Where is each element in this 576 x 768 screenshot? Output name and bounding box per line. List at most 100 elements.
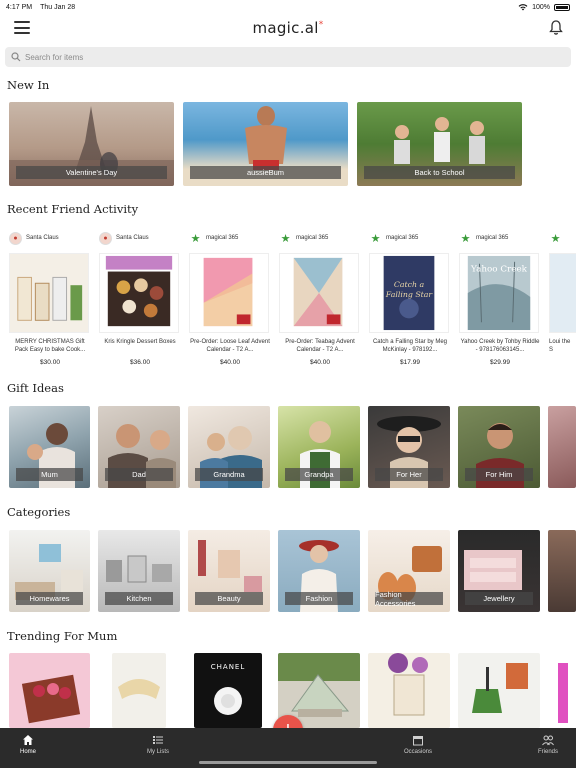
product-price: $17.99: [400, 359, 420, 366]
trending-item[interactable]: [112, 653, 166, 728]
product-image: [189, 253, 269, 333]
friend-name: magical 365: [386, 235, 419, 241]
product-price: $30.00: [40, 359, 60, 366]
product-image: [549, 253, 576, 333]
friend-activity-item[interactable]: ★ magical 365 Pre-Order: Loose Leaf Adven…: [189, 231, 271, 366]
category-fashion[interactable]: Fashion: [278, 530, 360, 612]
tile-label: Beauty: [195, 592, 263, 605]
section-title-trending: Trending For Mum: [7, 629, 118, 643]
gift-idea-grandpa[interactable]: Grandpa: [278, 406, 360, 488]
product-name: MERRY CHRISTMAS Gift Pack Easy to bake C…: [14, 339, 86, 353]
category-kitchen[interactable]: Kitchen: [98, 530, 180, 612]
trending-item[interactable]: [9, 653, 90, 728]
bell-icon[interactable]: [549, 20, 563, 36]
category-fashion-accessories[interactable]: Fashion Accessories: [368, 530, 450, 612]
tab-label: Friends: [537, 749, 558, 755]
home-icon: [23, 735, 33, 745]
search-bar[interactable]: [5, 47, 571, 67]
star-avatar-icon: ★: [460, 232, 471, 245]
product-price: $36.00: [130, 359, 150, 366]
status-bar: 4:17 PM Thu Jan 28 100%: [0, 0, 576, 14]
status-time: 4:17 PM: [6, 3, 33, 11]
tile-label: Grandpa: [285, 468, 353, 481]
product-name: Pre-Order: Loose Leaf Advent Calendar - …: [190, 339, 270, 353]
section-title-categories: Categories: [7, 505, 71, 519]
tile-label: aussieBum: [190, 166, 341, 179]
friend-name: magical 365: [206, 235, 239, 241]
product-name: Kris Kringle Dessert Boxes: [104, 339, 176, 345]
product-image: Yahoo Creek: [459, 253, 539, 333]
tile-label: For Her: [375, 468, 443, 481]
tile-label: Kitchen: [105, 592, 173, 605]
category-beauty[interactable]: Beauty: [188, 530, 270, 612]
gift-idea-for-him[interactable]: For Him: [458, 406, 540, 488]
gift-idea-next[interactable]: [548, 406, 576, 488]
friend-activity-item[interactable]: ● Santa Claus Kris Kringle Dessert Boxes …: [99, 231, 181, 366]
new-in-tile-back-to-school[interactable]: Back to School: [357, 102, 522, 186]
svg-text:Yahoo Creek: Yahoo Creek: [470, 265, 528, 275]
friend-name: magical 365: [296, 235, 329, 241]
search-input[interactable]: [25, 52, 545, 62]
category-jewellery[interactable]: Jewellery: [458, 530, 540, 612]
product-image: [9, 253, 89, 333]
tile-label: Dad: [105, 468, 173, 481]
gift-idea-mum[interactable]: Mum: [9, 406, 90, 488]
product-image: Catch a Falling Star: [369, 253, 449, 333]
section-title-new-in: New In: [7, 78, 50, 92]
search-icon: [11, 52, 21, 62]
section-title-gift-ideas: Gift Ideas: [7, 381, 64, 395]
product-image: [279, 253, 359, 333]
friend-name: Santa Claus: [26, 235, 59, 241]
friend-activity-item[interactable]: ★ Loui the S: [549, 231, 576, 354]
category-next[interactable]: [548, 530, 576, 612]
bottom-tab-bar: Home My Lists Occasions Friends: [0, 728, 576, 768]
gift-idea-dad[interactable]: Dad: [98, 406, 180, 488]
category-homewares[interactable]: Homewares: [9, 530, 90, 612]
trending-item-next[interactable]: [556, 653, 576, 728]
user-avatar: ●: [99, 231, 112, 245]
product-price: $40.00: [220, 359, 240, 366]
tile-label: Fashion: [285, 592, 353, 605]
product-name: Pre-Order: Teabag Advent Calendar - T2 A…: [285, 339, 355, 353]
calendar-icon: [413, 736, 423, 746]
star-avatar-icon: ★: [370, 232, 381, 245]
tab-home[interactable]: Home: [0, 734, 68, 755]
section-title-recent-activity: Recent Friend Activity: [7, 202, 139, 216]
trending-item[interactable]: [458, 653, 540, 728]
gift-idea-grandma[interactable]: Grandma: [188, 406, 270, 488]
product-image: [99, 253, 179, 333]
friend-activity-item[interactable]: ★ magical 365 Catch a Falling Star Catch a…: [369, 231, 451, 366]
tab-occasions[interactable]: Occasions: [378, 734, 458, 755]
star-avatar-icon: ★: [190, 232, 201, 245]
tab-label: Home: [19, 749, 36, 755]
tile-label: Grandma: [195, 468, 263, 481]
trending-item[interactable]: CHANEL: [194, 653, 262, 728]
tile-label: Homewares: [16, 592, 83, 605]
new-in-tile-valentines[interactable]: Valentine's Day: [9, 102, 174, 186]
svg-text:Catch a: Catch a: [394, 280, 425, 289]
product-price: $40.00: [310, 359, 330, 366]
tile-label: Valentine's Day: [16, 166, 167, 179]
friend-activity-item[interactable]: ★ magical 365 Pre-Order: Teabag Advent Ca…: [279, 231, 361, 366]
battery-icon: [554, 3, 570, 11]
star-avatar-icon: ★: [280, 232, 291, 245]
friends-icon: [542, 735, 554, 746]
tab-label: My Lists: [146, 749, 169, 755]
tile-label: For Him: [465, 468, 533, 481]
home-indicator: [199, 761, 377, 764]
friend-activity-item[interactable]: ● Santa Claus MERRY CHRISTMAS Gift Pack E…: [9, 231, 91, 366]
product-name: Yahoo Creek by Tohby Riddle - 9781760631…: [460, 339, 540, 353]
wifi-icon: [518, 4, 528, 11]
product-name: Catch a Falling Star by Meg McKinlay - 9…: [372, 339, 448, 353]
tile-label: Mum: [16, 468, 83, 481]
tab-my-lists[interactable]: My Lists: [118, 734, 198, 755]
status-date: Thu Jan 28: [40, 3, 76, 11]
tab-friends[interactable]: Friends: [508, 734, 576, 755]
svg-text:Falling Star: Falling Star: [385, 290, 434, 299]
new-in-tile-aussiebum[interactable]: aussieBum: [183, 102, 348, 186]
gift-idea-for-her[interactable]: For Her: [368, 406, 450, 488]
hamburger-menu-icon[interactable]: [14, 21, 30, 34]
friend-activity-item[interactable]: ★ magical 365 Yahoo Creek Yahoo Creek by …: [459, 231, 541, 366]
star-avatar-icon: ★: [550, 232, 561, 245]
trending-item[interactable]: [368, 653, 450, 728]
